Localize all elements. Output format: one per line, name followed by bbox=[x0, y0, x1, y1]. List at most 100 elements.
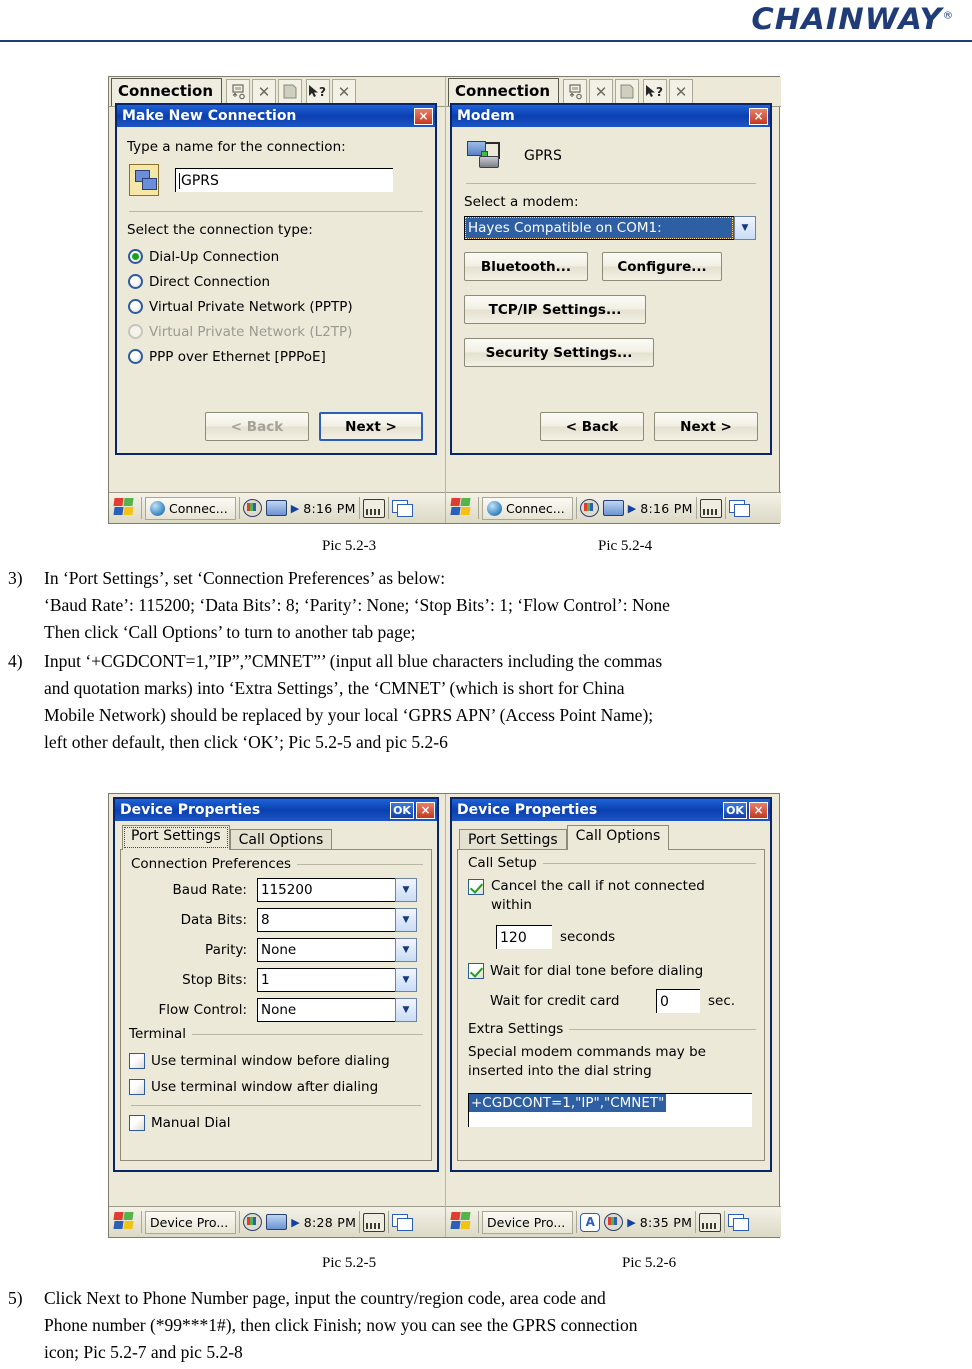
keyboard-icon[interactable] bbox=[362, 498, 385, 518]
start-icon[interactable] bbox=[113, 1212, 136, 1232]
network-icon[interactable] bbox=[243, 1213, 263, 1231]
upload-icon[interactable] bbox=[563, 79, 588, 104]
back-button[interactable]: < Back bbox=[540, 412, 644, 441]
group-divider bbox=[297, 863, 423, 865]
start-icon[interactable] bbox=[450, 498, 473, 518]
flow-control-select[interactable]: None ▼ bbox=[257, 998, 417, 1022]
configure-button[interactable]: Configure... bbox=[602, 252, 722, 281]
keyboard-icon[interactable] bbox=[699, 1212, 722, 1232]
network-icon[interactable] bbox=[242, 499, 262, 517]
bluetooth-button[interactable]: Bluetooth... bbox=[464, 252, 588, 281]
windows-switch-icon[interactable] bbox=[728, 1214, 750, 1231]
chevron-down-icon[interactable]: ▼ bbox=[395, 908, 417, 932]
delete-icon[interactable]: ✕ bbox=[252, 79, 277, 104]
chevron-down-icon[interactable]: ▼ bbox=[395, 968, 417, 992]
clock[interactable]: 8:35 PM bbox=[640, 1215, 692, 1230]
parity-select[interactable]: None ▼ bbox=[257, 938, 417, 962]
close-icon[interactable]: ✕ bbox=[332, 79, 357, 104]
taskbar-item-connection[interactable]: Connec... bbox=[482, 496, 573, 520]
step-5-line-3: icon; Pic 5.2-7 and pic 5.2-8 bbox=[44, 1342, 243, 1362]
play-icon[interactable]: ▶ bbox=[628, 502, 636, 515]
network-icon[interactable] bbox=[579, 499, 599, 517]
checkbox-terminal-before-dialing[interactable]: Use terminal window before dialing bbox=[129, 1048, 423, 1074]
help-icon[interactable]: ? bbox=[306, 79, 331, 104]
desktop-icon[interactable] bbox=[266, 1214, 288, 1230]
tab-call-options[interactable]: Call Options bbox=[229, 829, 333, 851]
keyboard-icon[interactable] bbox=[363, 1212, 386, 1232]
windows-switch-icon[interactable] bbox=[391, 500, 413, 517]
modem-select[interactable]: Hayes Compatible on COM1: ▼ bbox=[464, 216, 756, 240]
cancel-call-row[interactable]: Cancel the call if not connected within bbox=[468, 877, 756, 915]
header-divider bbox=[0, 40, 972, 42]
windows-switch-icon[interactable] bbox=[728, 500, 750, 517]
wait-dial-tone-row[interactable]: Wait for dial tone before dialing bbox=[468, 959, 756, 983]
taskbar-item-connection[interactable]: Connec... bbox=[145, 496, 236, 520]
help-icon[interactable]: ? bbox=[643, 79, 668, 104]
timeout-input[interactable]: 120 bbox=[496, 925, 552, 949]
checkbox-terminal-after-dialing[interactable]: Use terminal window after dialing bbox=[129, 1074, 423, 1100]
tab-strip: Port Settings Call Options bbox=[122, 825, 432, 851]
tab-call-options[interactable]: Call Options bbox=[566, 825, 670, 850]
close-icon[interactable]: ✕ bbox=[669, 79, 694, 104]
close-icon[interactable]: × bbox=[414, 107, 433, 125]
properties-icon[interactable] bbox=[278, 79, 303, 104]
connection-name-input[interactable]: GPRS bbox=[175, 168, 393, 192]
chevron-down-icon[interactable]: ▼ bbox=[395, 878, 417, 902]
keyboard-icon[interactable] bbox=[699, 498, 722, 518]
taskbar-item-label: Device Pro... bbox=[487, 1214, 566, 1230]
play-icon[interactable]: ▶ bbox=[627, 1216, 635, 1229]
radio-option-vpn-pptp[interactable]: Virtual Private Network (PPTP) bbox=[128, 294, 427, 319]
ok-button[interactable]: OK bbox=[390, 801, 414, 819]
close-icon[interactable]: × bbox=[749, 107, 768, 125]
upload-icon[interactable] bbox=[226, 79, 251, 104]
start-icon[interactable] bbox=[113, 498, 136, 518]
radio-option-dial-up[interactable]: Dial-Up Connection bbox=[128, 244, 427, 269]
delete-icon[interactable]: ✕ bbox=[589, 79, 614, 104]
start-icon[interactable] bbox=[450, 1212, 473, 1232]
ok-button[interactable]: OK bbox=[723, 801, 747, 819]
clock[interactable]: 8:16 PM bbox=[640, 501, 692, 516]
step-4-line-2: and quotation marks) into ‘Extra Setting… bbox=[44, 678, 625, 698]
next-button[interactable]: Next > bbox=[654, 412, 758, 441]
windows-switch-icon[interactable] bbox=[392, 1214, 414, 1231]
field-parity: Parity: None ▼ bbox=[129, 938, 423, 962]
back-button: < Back bbox=[205, 412, 309, 441]
network-icon[interactable] bbox=[604, 1213, 624, 1231]
document-header: CHAINWAY® bbox=[0, 0, 972, 50]
radio-option-direct[interactable]: Direct Connection bbox=[128, 269, 427, 294]
next-button[interactable]: Next > bbox=[319, 412, 423, 441]
figure-pic-5-2-3-and-5-2-4: Connection ✕ ? ✕ Make New Connection × T… bbox=[108, 76, 781, 524]
taskbar-item-device-properties[interactable]: Device Pro... bbox=[482, 1210, 574, 1234]
stop-bits-select[interactable]: 1 ▼ bbox=[257, 968, 417, 992]
tcpip-settings-button[interactable]: TCP/IP Settings... bbox=[464, 295, 646, 324]
security-settings-button[interactable]: Security Settings... bbox=[464, 338, 654, 367]
ime-indicator-icon[interactable]: A bbox=[580, 1212, 601, 1232]
play-icon[interactable]: ▶ bbox=[291, 502, 299, 515]
extra-settings-input[interactable]: +CGDCONT=1,"IP","CMNET" bbox=[468, 1093, 752, 1127]
chevron-down-icon[interactable]: ▼ bbox=[395, 998, 417, 1022]
taskbar: Device Pro... A ▶ 8:35 PM bbox=[446, 1206, 781, 1237]
chevron-down-icon[interactable]: ▼ bbox=[734, 216, 756, 240]
tab-port-settings[interactable]: Port Settings bbox=[459, 829, 567, 851]
play-icon[interactable]: ▶ bbox=[291, 1216, 299, 1229]
credit-card-input[interactable]: 0 bbox=[656, 989, 700, 1013]
step-3-number: 3) bbox=[8, 568, 23, 588]
registered-mark: ® bbox=[942, 10, 954, 22]
tab-port-settings[interactable]: Port Settings bbox=[122, 825, 230, 850]
taskbar-item-device-properties[interactable]: Device Pro... bbox=[145, 1210, 237, 1234]
close-icon[interactable]: × bbox=[749, 801, 768, 819]
radio-option-pppoe[interactable]: PPP over Ethernet [PPPoE] bbox=[128, 344, 427, 369]
clock[interactable]: 8:16 PM bbox=[303, 501, 355, 516]
chevron-down-icon[interactable]: ▼ bbox=[395, 938, 417, 962]
field-stop-bits: Stop Bits: 1 ▼ bbox=[129, 968, 423, 992]
baud-rate-select[interactable]: 115200 ▼ bbox=[257, 878, 417, 902]
checkbox-manual-dial[interactable]: Manual Dial bbox=[129, 1110, 423, 1136]
clock[interactable]: 8:28 PM bbox=[304, 1215, 356, 1230]
desktop-icon[interactable] bbox=[602, 500, 624, 516]
group-label-text: Terminal bbox=[129, 1026, 187, 1042]
data-bits-select[interactable]: 8 ▼ bbox=[257, 908, 417, 932]
screenshot-device-properties-call-options: Device Properties OK × Port Settings Cal… bbox=[445, 794, 781, 1237]
close-icon[interactable]: × bbox=[416, 801, 435, 819]
properties-icon[interactable] bbox=[615, 79, 640, 104]
desktop-icon[interactable] bbox=[265, 500, 287, 516]
